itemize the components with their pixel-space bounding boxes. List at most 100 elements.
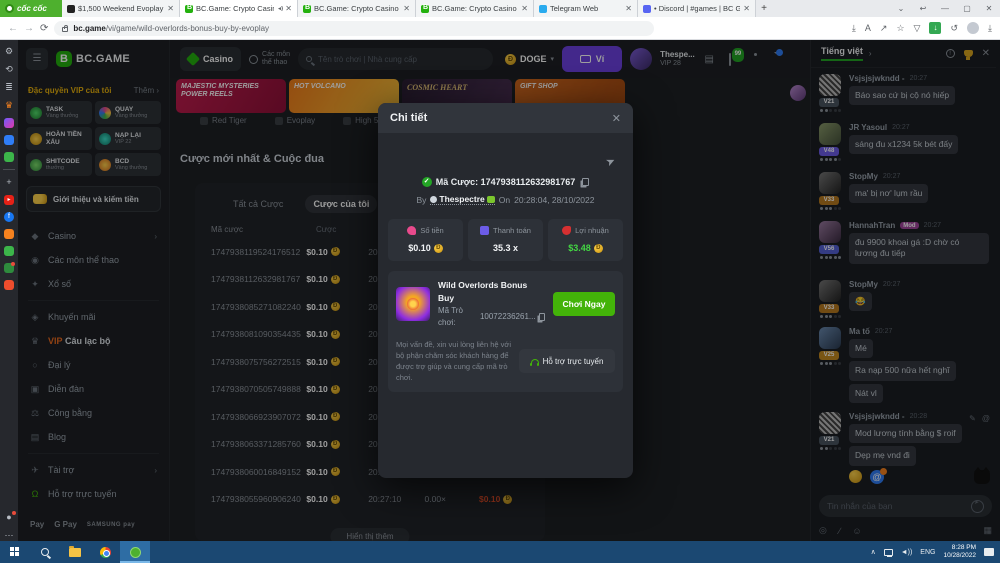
save-page-icon[interactable]: ⤓ (852, 23, 856, 34)
crown-icon[interactable]: ♛ (4, 100, 15, 111)
player-link[interactable]: Thespectre (430, 194, 494, 205)
address-bar[interactable]: bc.game/vi/game/wild-overlords-bonus-buy… (54, 21, 654, 36)
coccoc-taskbar-icon[interactable] (120, 541, 150, 563)
copy-icon[interactable] (582, 178, 589, 186)
translate-icon[interactable]: A (865, 23, 871, 33)
tab-telegram[interactable]: Telegram Web ✕ (534, 0, 638, 17)
notifications-bell-icon[interactable]: ● (4, 512, 15, 523)
zalo-icon[interactable] (4, 135, 14, 145)
maximize-button[interactable]: ▢ (956, 4, 978, 13)
chrome-icon[interactable] (90, 541, 120, 563)
stat-amount: Số tiền $0.10Ð (388, 219, 463, 261)
lock-icon (62, 27, 68, 32)
network-icon[interactable] (884, 549, 893, 556)
bet-details-modal: Chi tiết ✕ ➤ ✓ Mã Cược: 1747938112632981… (378, 103, 633, 478)
profit-icon (562, 226, 571, 235)
cart-app-icon[interactable] (4, 280, 14, 290)
tab-bcgame-2[interactable]: BC.Game: Crypto Casino Gar ✕ (298, 0, 416, 17)
modal-title: Chi tiết (390, 112, 427, 124)
downloads-tray-icon[interactable]: ⤓ (988, 23, 992, 34)
tab-discord[interactable]: • Discord | #games | BC G ✕ (638, 0, 756, 17)
garden-app-icon[interactable] (4, 263, 14, 273)
url-host: bc.game (73, 24, 105, 33)
copy-icon[interactable] (539, 313, 545, 321)
rail-divider (3, 169, 15, 170)
taskbar-search-icon[interactable] (30, 541, 60, 563)
game-name: Wild Overlords Bonus Buy (438, 279, 545, 305)
rail-more-icon[interactable]: ⋯ (4, 530, 15, 541)
window-controls: ⌄ ↩ — ▢ ✕ (890, 0, 1000, 17)
sync-icon[interactable]: ↺ (950, 23, 958, 34)
tab-evoplay-promo[interactable]: $1,500 Weekend Evoplay Mu ✕ (62, 0, 180, 17)
scrollbar[interactable] (996, 40, 1000, 541)
tab-favicon-telegram (539, 5, 547, 13)
tab-search-icon[interactable]: ⌄ (890, 4, 912, 13)
amount-icon (407, 226, 416, 235)
close-button[interactable]: ✕ (978, 4, 1000, 13)
clock[interactable]: 8:28 PM 10/28/2022 (943, 544, 976, 561)
youtube-icon[interactable]: ▸ (4, 195, 14, 205)
shop-app-icon[interactable] (4, 246, 14, 256)
tab-close-icon[interactable]: ✕ (625, 4, 632, 13)
modal-header: Chi tiết ✕ (378, 103, 633, 133)
tab-close-icon[interactable]: ✕ (521, 4, 528, 13)
tab-bcgame-active[interactable]: BC.Game: Crypto Casino ◄)) ✕ (180, 0, 298, 17)
tab-favicon-bcgame (303, 5, 311, 13)
shield-icon[interactable]: ▽ (914, 23, 921, 34)
tab-favicon-bcgame (185, 5, 193, 13)
bet-datetime: 20:28:04, 28/10/2022 (514, 195, 594, 205)
coccoc-brand-button[interactable]: cốc cốc (0, 0, 62, 17)
history-icon[interactable]: ⟲ (4, 64, 15, 75)
settings-gear-icon[interactable]: ⚙ (4, 46, 15, 57)
browser-toolbar: ← → ⟳ bc.game/vi/game/wild-overlords-bon… (0, 17, 1000, 40)
play-now-button[interactable]: Chơi Ngay (553, 292, 615, 316)
minimize-button[interactable]: — (934, 4, 956, 13)
bookmark-star-icon[interactable]: ☆ (896, 23, 904, 34)
tab-close-icon[interactable]: ✕ (743, 4, 750, 13)
tab-close-icon[interactable]: ✕ (167, 4, 174, 13)
reading-list-icon[interactable]: ≣ (4, 82, 15, 93)
tab-favicon-bcgame (421, 5, 429, 13)
system-tray: ∧ ◄)) ENG 8:28 PM 10/28/2022 (871, 544, 1000, 561)
share-icon[interactable]: ➤ (603, 154, 617, 170)
live-support-button[interactable]: Hỗ trợ trực tuyến (519, 349, 615, 373)
headset-icon (531, 359, 539, 364)
profile-avatar[interactable] (967, 22, 979, 34)
browser-extra-icon[interactable]: ↩ (912, 4, 934, 13)
tab-audio-icon[interactable]: ◄)) (277, 6, 282, 12)
back-icon[interactable]: ← (8, 23, 18, 34)
tab-bcgame-3[interactable]: BC.Game: Crypto Casino Gar ✕ (416, 0, 534, 17)
toolbar-icons: ⤓ A ↗ ☆ ▽ ↓ ↺ ⤓ (852, 22, 992, 34)
gamepad-icon[interactable] (4, 152, 14, 162)
download-manager-icon[interactable]: ↓ (929, 22, 941, 34)
game-thumbnail[interactable] (396, 287, 430, 321)
game-code: 10072236261... (480, 311, 536, 323)
tiki-icon[interactable] (4, 229, 14, 239)
level-badge-icon (487, 196, 495, 203)
share-icon[interactable]: ↗ (880, 23, 888, 34)
facebook-icon[interactable]: f (4, 212, 14, 222)
screen: cốc cốc $1,500 Weekend Evoplay Mu ✕ BC.G… (0, 0, 1000, 563)
action-center-icon[interactable] (984, 548, 994, 556)
file-explorer-icon[interactable] (60, 541, 90, 563)
language-indicator[interactable]: ENG (920, 549, 935, 556)
tab-favicon (67, 5, 75, 13)
url-path: /vi/game/wild-overlords-bonus-buy-by-evo… (106, 24, 269, 33)
bcgame-page: ☰ B BC.GAME Đặc quyền VIP của tôi Thêm ›… (18, 40, 1000, 541)
user-icon (430, 196, 437, 203)
bet-id: 1747938112632981767 (481, 177, 576, 187)
reload-icon[interactable]: ⟳ (40, 23, 48, 34)
messenger-icon[interactable] (4, 118, 14, 128)
tab-close-icon[interactable]: ✕ (403, 4, 410, 13)
modal-close-icon[interactable]: ✕ (612, 112, 621, 125)
coin-icon: Ð (434, 244, 443, 253)
volume-icon[interactable]: ◄)) (901, 549, 913, 556)
start-button[interactable] (0, 541, 30, 563)
add-shortcut-icon[interactable]: + (4, 177, 15, 188)
stat-payout: Thanh toán 35.3 x (468, 219, 543, 261)
tab-favicon-discord (643, 5, 651, 13)
forward-icon[interactable]: → (24, 23, 34, 34)
new-tab-button[interactable]: + (756, 0, 772, 17)
tray-expand-icon[interactable]: ∧ (871, 548, 876, 556)
tab-close-icon[interactable]: ✕ (285, 4, 292, 13)
